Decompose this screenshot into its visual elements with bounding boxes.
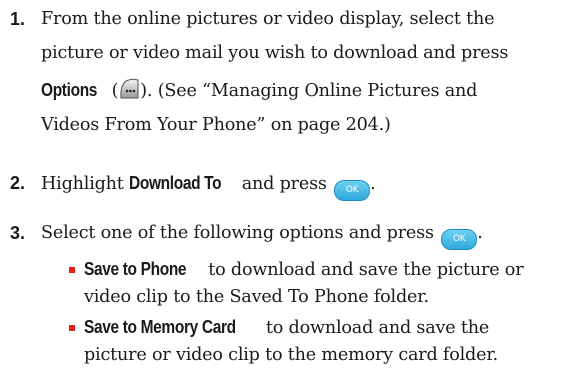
step-end: .: [477, 223, 483, 243]
step-text-before: Highlight: [41, 174, 130, 194]
step-text: From the online pictures or video displa…: [41, 2, 585, 146]
option-save-to-memory-card: Save to Memory Card to download and save…: [69, 314, 585, 369]
step-line: Videos From Your Phone” on page 204.): [41, 115, 391, 135]
options-label: Options: [41, 80, 98, 100]
option-line: picture or video clip to the memory card…: [84, 345, 498, 365]
option-text: to download and save the: [260, 318, 490, 338]
step-line-rest: (See “Managing Online Pictures and: [152, 81, 478, 101]
step-line: From the online pictures or video displa…: [41, 9, 495, 29]
step-text: Highlight Download To and press OK.: [41, 166, 585, 201]
option-label: Save to Memory Card: [84, 317, 236, 337]
option-line: Save to Memory Card to download and save…: [69, 314, 585, 342]
step-end: .: [370, 174, 376, 194]
step-number: 3.: [10, 223, 26, 243]
step-text-after: and press: [236, 174, 333, 194]
option-label: Save to Phone: [84, 259, 187, 279]
paren-open: (: [106, 81, 119, 101]
bullet-icon: [69, 267, 75, 273]
step-number: 2.: [10, 173, 26, 193]
step-text: Select one of the following options and …: [41, 216, 585, 250]
download-to-label: Download To: [129, 173, 222, 193]
step-line: Options ( ). (See “Managing Online Pictu…: [41, 70, 585, 110]
step-line: Highlight Download To and press OK.: [41, 166, 585, 201]
paren-close: ).: [140, 81, 153, 101]
option-line: video clip to the Saved To Phone folder.: [84, 287, 429, 307]
step-line: Select one of the following options and …: [41, 216, 585, 250]
softkey-icon: [120, 78, 139, 99]
step-line: picture or video mail you wish to downlo…: [41, 43, 509, 63]
step-text-main: Select one of the following options and …: [41, 223, 440, 243]
ok-button-icon: OK: [334, 180, 371, 201]
option-save-to-phone: Save to Phone to download and save the p…: [69, 256, 585, 311]
option-line: Save to Phone to download and save the p…: [69, 256, 585, 284]
bullet-icon: [69, 325, 75, 331]
step-number: 1.: [10, 9, 26, 29]
option-text: to download and save the picture or: [202, 260, 524, 280]
ok-button-icon: OK: [441, 229, 478, 250]
